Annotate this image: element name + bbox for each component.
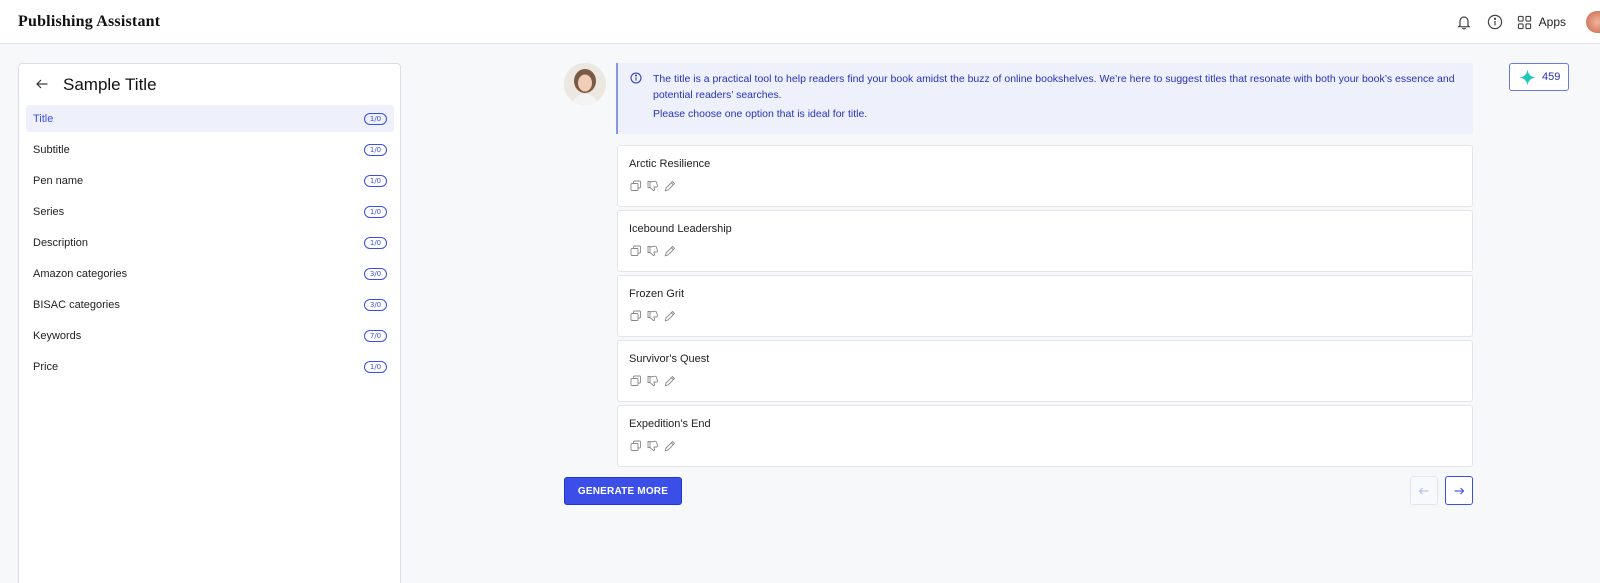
sidebar-item-label: BISAC categories bbox=[33, 298, 120, 311]
pencil-icon[interactable] bbox=[664, 310, 677, 323]
count-badge: 1/0 bbox=[364, 205, 387, 218]
sidebar-item-subtitle[interactable]: Subtitle 1/0 bbox=[26, 136, 394, 163]
sidebar-item-title[interactable]: Title 1/0 bbox=[26, 105, 394, 132]
arrow-right-icon bbox=[1454, 487, 1465, 494]
count-badge: 3/0 bbox=[364, 298, 387, 311]
sidebar-header: Sample Title bbox=[19, 64, 400, 106]
option-title: Expedition's End bbox=[629, 418, 711, 430]
sidebar: Sample Title Title 1/0 Subtitle 1/0 Pen … bbox=[18, 63, 401, 583]
count-badge: 1/0 bbox=[364, 360, 387, 373]
sidebar-item-keywords[interactable]: Keywords 7/0 bbox=[26, 322, 394, 349]
sidebar-item-series[interactable]: Series 1/0 bbox=[26, 198, 394, 225]
copy-icon[interactable] bbox=[630, 375, 643, 388]
count-badge: 3/0 bbox=[364, 267, 387, 280]
option-actions bbox=[630, 245, 681, 258]
copy-icon[interactable] bbox=[630, 310, 643, 323]
option-actions bbox=[630, 375, 681, 388]
pencil-icon[interactable] bbox=[664, 245, 677, 258]
thumbs-down-icon[interactable] bbox=[647, 375, 660, 388]
count-badge: 7/0 bbox=[364, 329, 387, 342]
option-actions bbox=[630, 310, 681, 323]
credits-count: 459 bbox=[1542, 71, 1561, 83]
credits-badge[interactable]: 459 bbox=[1509, 63, 1569, 91]
app-title: Publishing Assistant bbox=[18, 12, 161, 30]
copy-icon[interactable] bbox=[630, 245, 643, 258]
title-option[interactable]: Frozen Grit bbox=[617, 275, 1473, 337]
title-option[interactable]: Survivor's Quest bbox=[617, 340, 1473, 402]
grid-icon bbox=[1517, 15, 1531, 29]
sidebar-item-label: Pen name bbox=[33, 174, 84, 187]
next-button[interactable] bbox=[1445, 476, 1473, 505]
option-actions bbox=[630, 180, 681, 193]
sidebar-item-label: Amazon categories bbox=[33, 267, 128, 280]
option-title: Arctic Resilience bbox=[629, 158, 711, 170]
sidebar-item-amazon-categories[interactable]: Amazon categories 3/0 bbox=[26, 260, 394, 287]
copy-icon[interactable] bbox=[630, 440, 643, 453]
sidebar-item-bisac-categories[interactable]: BISAC categories 3/0 bbox=[26, 291, 394, 318]
option-title: Frozen Grit bbox=[629, 288, 685, 300]
option-title: Survivor's Quest bbox=[629, 353, 710, 365]
apps-button[interactable]: Apps bbox=[1517, 15, 1566, 30]
info-message: The title is a practical tool to help re… bbox=[616, 63, 1473, 134]
copy-icon[interactable] bbox=[630, 180, 643, 193]
assistant-avatar bbox=[564, 63, 606, 105]
pencil-icon[interactable] bbox=[664, 180, 677, 193]
sidebar-item-label: Series bbox=[33, 205, 65, 218]
option-actions bbox=[630, 440, 681, 453]
thumbs-down-icon[interactable] bbox=[647, 245, 660, 258]
count-badge: 1/0 bbox=[364, 236, 387, 249]
sidebar-item-price[interactable]: Price 1/0 bbox=[26, 353, 394, 380]
title-option[interactable]: Icebound Leadership bbox=[617, 210, 1473, 272]
top-bar: Publishing Assistant Apps bbox=[0, 0, 1600, 44]
info-icon[interactable] bbox=[1486, 13, 1504, 31]
title-option[interactable]: Arctic Resilience bbox=[617, 145, 1473, 207]
pencil-icon[interactable] bbox=[664, 440, 677, 453]
count-badge: 1/0 bbox=[364, 174, 387, 187]
user-avatar[interactable] bbox=[1586, 11, 1600, 33]
generate-more-button[interactable]: GENERATE MORE bbox=[564, 477, 682, 505]
thumbs-down-icon[interactable] bbox=[647, 310, 660, 323]
topbar-actions: Apps bbox=[1455, 0, 1600, 44]
count-badge: 1/0 bbox=[364, 112, 387, 125]
pencil-icon[interactable] bbox=[664, 375, 677, 388]
sidebar-item-pen-name[interactable]: Pen name 1/0 bbox=[26, 167, 394, 194]
bell-icon[interactable] bbox=[1455, 13, 1473, 31]
previous-button[interactable] bbox=[1410, 476, 1438, 505]
info-circle-icon bbox=[630, 72, 642, 84]
sidebar-item-label: Title bbox=[33, 112, 54, 125]
thumbs-down-icon[interactable] bbox=[647, 180, 660, 193]
count-badge: 1/0 bbox=[364, 143, 387, 156]
thumbs-down-icon[interactable] bbox=[647, 440, 660, 453]
sidebar-item-label: Keywords bbox=[33, 329, 82, 342]
title-option[interactable]: Expedition's End bbox=[617, 405, 1473, 467]
arrow-left-icon bbox=[1418, 487, 1429, 494]
sparkle-icon bbox=[1519, 68, 1536, 86]
sidebar-item-label: Subtitle bbox=[33, 143, 70, 156]
sidebar-item-label: Price bbox=[33, 360, 59, 373]
sidebar-item-description[interactable]: Description 1/0 bbox=[26, 229, 394, 256]
info-instruction: Please choose one option that is ideal f… bbox=[653, 108, 868, 120]
apps-label: Apps bbox=[1538, 15, 1566, 29]
back-arrow-icon[interactable] bbox=[35, 77, 51, 93]
sidebar-item-label: Description bbox=[33, 236, 89, 249]
info-text: The title is a practical tool to help re… bbox=[653, 73, 1455, 101]
book-title: Sample Title bbox=[63, 75, 157, 94]
option-title: Icebound Leadership bbox=[629, 223, 732, 235]
